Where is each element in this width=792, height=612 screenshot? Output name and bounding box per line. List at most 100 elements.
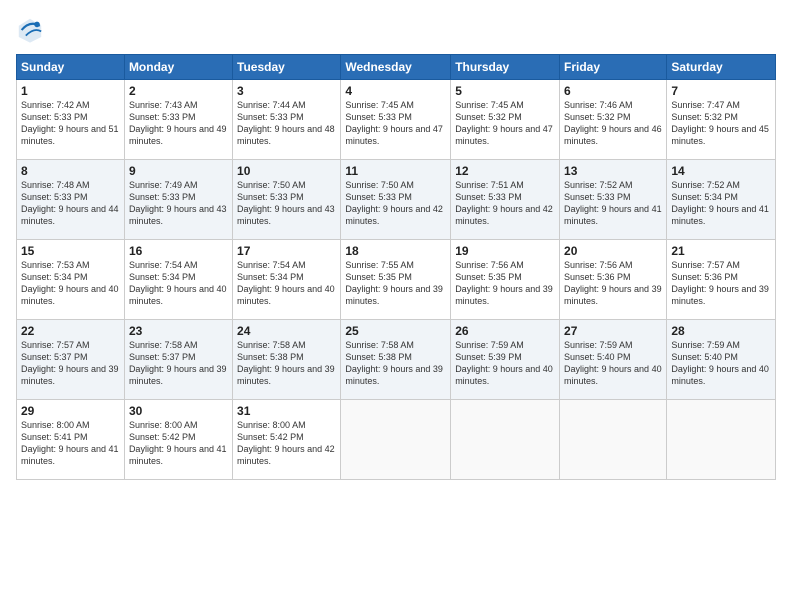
calendar-cell: 29 Sunrise: 8:00 AMSunset: 5:41 PMDaylig…	[17, 400, 125, 480]
day-info: Sunrise: 7:55 AMSunset: 5:35 PMDaylight:…	[345, 260, 443, 306]
day-number: 17	[237, 244, 336, 258]
day-number: 8	[21, 164, 120, 178]
header	[16, 16, 776, 44]
calendar-cell: 10 Sunrise: 7:50 AMSunset: 5:33 PMDaylig…	[233, 160, 341, 240]
day-info: Sunrise: 7:59 AMSunset: 5:40 PMDaylight:…	[671, 340, 769, 386]
day-number: 19	[455, 244, 555, 258]
day-number: 10	[237, 164, 336, 178]
calendar-cell: 3 Sunrise: 7:44 AMSunset: 5:33 PMDayligh…	[233, 80, 341, 160]
day-number: 26	[455, 324, 555, 338]
logo	[16, 16, 48, 44]
logo-icon	[16, 16, 44, 44]
day-info: Sunrise: 8:00 AMSunset: 5:42 PMDaylight:…	[129, 420, 227, 466]
day-number: 20	[564, 244, 662, 258]
day-number: 5	[455, 84, 555, 98]
calendar-cell: 13 Sunrise: 7:52 AMSunset: 5:33 PMDaylig…	[560, 160, 667, 240]
calendar-cell: 31 Sunrise: 8:00 AMSunset: 5:42 PMDaylig…	[233, 400, 341, 480]
calendar-cell	[560, 400, 667, 480]
calendar-cell: 17 Sunrise: 7:54 AMSunset: 5:34 PMDaylig…	[233, 240, 341, 320]
calendar-cell	[667, 400, 776, 480]
day-number: 29	[21, 404, 120, 418]
day-info: Sunrise: 7:42 AMSunset: 5:33 PMDaylight:…	[21, 100, 119, 146]
day-number: 11	[345, 164, 446, 178]
day-info: Sunrise: 7:50 AMSunset: 5:33 PMDaylight:…	[237, 180, 335, 226]
day-number: 25	[345, 324, 446, 338]
calendar-cell: 28 Sunrise: 7:59 AMSunset: 5:40 PMDaylig…	[667, 320, 776, 400]
calendar-cell: 24 Sunrise: 7:58 AMSunset: 5:38 PMDaylig…	[233, 320, 341, 400]
day-info: Sunrise: 7:57 AMSunset: 5:36 PMDaylight:…	[671, 260, 769, 306]
calendar-cell: 25 Sunrise: 7:58 AMSunset: 5:38 PMDaylig…	[341, 320, 451, 400]
weekday-header-thursday: Thursday	[451, 55, 560, 80]
calendar-cell	[451, 400, 560, 480]
day-info: Sunrise: 7:52 AMSunset: 5:34 PMDaylight:…	[671, 180, 769, 226]
calendar-cell: 5 Sunrise: 7:45 AMSunset: 5:32 PMDayligh…	[451, 80, 560, 160]
day-info: Sunrise: 7:56 AMSunset: 5:36 PMDaylight:…	[564, 260, 662, 306]
day-number: 2	[129, 84, 228, 98]
day-info: Sunrise: 7:52 AMSunset: 5:33 PMDaylight:…	[564, 180, 662, 226]
weekday-header-tuesday: Tuesday	[233, 55, 341, 80]
calendar-cell: 7 Sunrise: 7:47 AMSunset: 5:32 PMDayligh…	[667, 80, 776, 160]
day-info: Sunrise: 7:58 AMSunset: 5:38 PMDaylight:…	[237, 340, 335, 386]
calendar-cell: 6 Sunrise: 7:46 AMSunset: 5:32 PMDayligh…	[560, 80, 667, 160]
day-number: 1	[21, 84, 120, 98]
day-info: Sunrise: 7:44 AMSunset: 5:33 PMDaylight:…	[237, 100, 335, 146]
day-info: Sunrise: 7:59 AMSunset: 5:39 PMDaylight:…	[455, 340, 553, 386]
day-info: Sunrise: 7:50 AMSunset: 5:33 PMDaylight:…	[345, 180, 443, 226]
calendar-cell: 8 Sunrise: 7:48 AMSunset: 5:33 PMDayligh…	[17, 160, 125, 240]
page: SundayMondayTuesdayWednesdayThursdayFrid…	[0, 0, 792, 612]
day-number: 23	[129, 324, 228, 338]
day-number: 27	[564, 324, 662, 338]
calendar-cell: 2 Sunrise: 7:43 AMSunset: 5:33 PMDayligh…	[124, 80, 232, 160]
calendar-cell: 4 Sunrise: 7:45 AMSunset: 5:33 PMDayligh…	[341, 80, 451, 160]
calendar-cell: 27 Sunrise: 7:59 AMSunset: 5:40 PMDaylig…	[560, 320, 667, 400]
day-number: 30	[129, 404, 228, 418]
day-info: Sunrise: 7:49 AMSunset: 5:33 PMDaylight:…	[129, 180, 227, 226]
weekday-header-wednesday: Wednesday	[341, 55, 451, 80]
day-number: 7	[671, 84, 771, 98]
calendar-cell: 9 Sunrise: 7:49 AMSunset: 5:33 PMDayligh…	[124, 160, 232, 240]
calendar-cell: 15 Sunrise: 7:53 AMSunset: 5:34 PMDaylig…	[17, 240, 125, 320]
calendar-cell	[341, 400, 451, 480]
calendar-cell: 20 Sunrise: 7:56 AMSunset: 5:36 PMDaylig…	[560, 240, 667, 320]
day-info: Sunrise: 7:54 AMSunset: 5:34 PMDaylight:…	[237, 260, 335, 306]
day-number: 4	[345, 84, 446, 98]
calendar-cell: 19 Sunrise: 7:56 AMSunset: 5:35 PMDaylig…	[451, 240, 560, 320]
day-info: Sunrise: 7:43 AMSunset: 5:33 PMDaylight:…	[129, 100, 227, 146]
calendar-cell: 1 Sunrise: 7:42 AMSunset: 5:33 PMDayligh…	[17, 80, 125, 160]
day-info: Sunrise: 7:48 AMSunset: 5:33 PMDaylight:…	[21, 180, 119, 226]
day-info: Sunrise: 7:59 AMSunset: 5:40 PMDaylight:…	[564, 340, 662, 386]
day-info: Sunrise: 7:56 AMSunset: 5:35 PMDaylight:…	[455, 260, 553, 306]
calendar-cell: 26 Sunrise: 7:59 AMSunset: 5:39 PMDaylig…	[451, 320, 560, 400]
day-info: Sunrise: 7:57 AMSunset: 5:37 PMDaylight:…	[21, 340, 119, 386]
calendar-cell: 14 Sunrise: 7:52 AMSunset: 5:34 PMDaylig…	[667, 160, 776, 240]
weekday-header-sunday: Sunday	[17, 55, 125, 80]
weekday-header-friday: Friday	[560, 55, 667, 80]
day-number: 3	[237, 84, 336, 98]
calendar-cell: 16 Sunrise: 7:54 AMSunset: 5:34 PMDaylig…	[124, 240, 232, 320]
day-number: 22	[21, 324, 120, 338]
calendar-cell: 22 Sunrise: 7:57 AMSunset: 5:37 PMDaylig…	[17, 320, 125, 400]
day-info: Sunrise: 7:53 AMSunset: 5:34 PMDaylight:…	[21, 260, 119, 306]
calendar-cell: 11 Sunrise: 7:50 AMSunset: 5:33 PMDaylig…	[341, 160, 451, 240]
day-number: 12	[455, 164, 555, 178]
calendar-cell: 30 Sunrise: 8:00 AMSunset: 5:42 PMDaylig…	[124, 400, 232, 480]
day-number: 14	[671, 164, 771, 178]
weekday-header-saturday: Saturday	[667, 55, 776, 80]
calendar-cell: 23 Sunrise: 7:58 AMSunset: 5:37 PMDaylig…	[124, 320, 232, 400]
day-number: 28	[671, 324, 771, 338]
calendar-cell: 18 Sunrise: 7:55 AMSunset: 5:35 PMDaylig…	[341, 240, 451, 320]
day-info: Sunrise: 7:58 AMSunset: 5:37 PMDaylight:…	[129, 340, 227, 386]
day-info: Sunrise: 7:58 AMSunset: 5:38 PMDaylight:…	[345, 340, 443, 386]
day-info: Sunrise: 7:45 AMSunset: 5:32 PMDaylight:…	[455, 100, 553, 146]
day-number: 21	[671, 244, 771, 258]
day-info: Sunrise: 7:45 AMSunset: 5:33 PMDaylight:…	[345, 100, 443, 146]
day-number: 24	[237, 324, 336, 338]
calendar-cell: 21 Sunrise: 7:57 AMSunset: 5:36 PMDaylig…	[667, 240, 776, 320]
day-number: 9	[129, 164, 228, 178]
day-number: 16	[129, 244, 228, 258]
day-info: Sunrise: 7:51 AMSunset: 5:33 PMDaylight:…	[455, 180, 553, 226]
day-info: Sunrise: 8:00 AMSunset: 5:41 PMDaylight:…	[21, 420, 119, 466]
day-number: 13	[564, 164, 662, 178]
day-number: 31	[237, 404, 336, 418]
day-number: 6	[564, 84, 662, 98]
